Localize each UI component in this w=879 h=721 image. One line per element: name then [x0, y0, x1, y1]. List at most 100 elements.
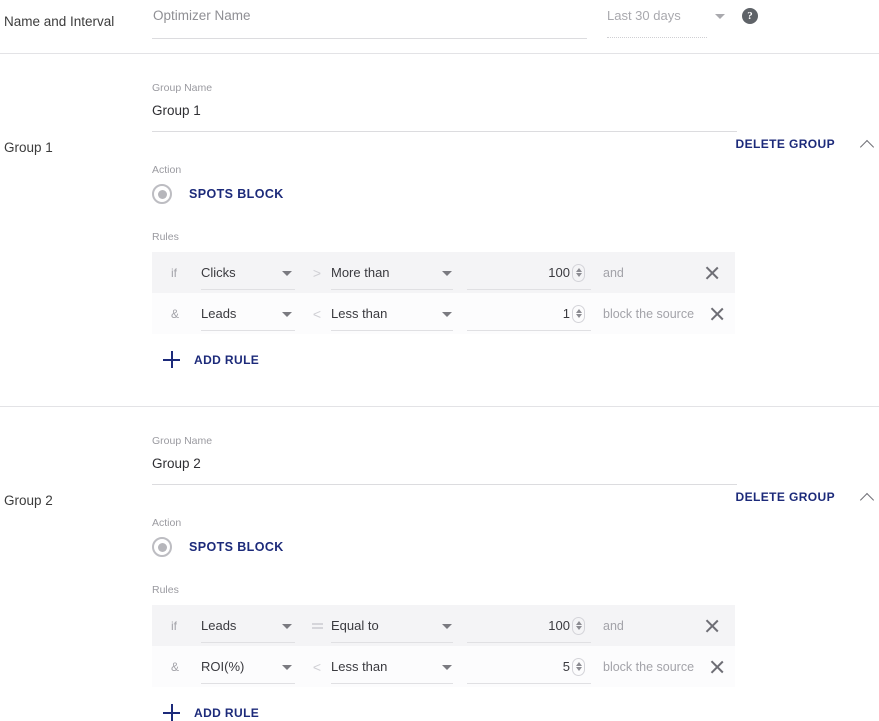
group-1-row-label: Group 1: [4, 140, 53, 155]
group-2-action-block: Action SPOTS BLOCK: [152, 517, 879, 557]
metric-underline: [201, 641, 295, 643]
metric-underline: [201, 288, 295, 290]
value-input[interactable]: 1: [467, 299, 591, 331]
spots-block-radio-2[interactable]: [152, 537, 172, 557]
add-rule-button-2[interactable]: ADD RULE: [163, 704, 283, 721]
stepper-down-icon[interactable]: [575, 667, 582, 671]
group-1-bottom-spacer: [0, 368, 879, 398]
stepper-up-icon[interactable]: [575, 621, 582, 625]
rule-result-text: block the source: [603, 306, 695, 321]
chevron-down-icon: [282, 270, 292, 276]
interval-select[interactable]: Last 30 days: [607, 8, 707, 38]
value-input[interactable]: 100: [467, 611, 591, 643]
optimizer-name-placeholder: Optimizer Name: [153, 8, 251, 23]
value-input[interactable]: 100: [467, 258, 591, 290]
plus-icon: [163, 351, 180, 368]
chevron-down-icon: [442, 311, 452, 317]
value-underline: [467, 641, 591, 643]
delete-group-button-1[interactable]: DELETE GROUP: [736, 137, 835, 151]
value-input[interactable]: 5: [467, 652, 591, 684]
operator-underline: [331, 641, 453, 643]
greater-than-icon: >: [312, 264, 322, 281]
quantity-stepper[interactable]: [572, 616, 585, 635]
group-2-name-field[interactable]: Group Name Group 2: [152, 435, 737, 485]
add-rule-button-1[interactable]: ADD RULE: [163, 351, 283, 368]
group-name-label: Group Name: [152, 82, 213, 94]
group-1-rules-block: Rules if Clicks > More than 100 and & Le…: [152, 231, 879, 368]
group-2-actions: DELETE GROUP: [736, 490, 875, 504]
chevron-down-icon: [282, 623, 292, 629]
chevron-down-icon: [442, 270, 452, 276]
chevron-down-icon[interactable]: [715, 14, 725, 19]
remove-rule-icon[interactable]: [694, 658, 740, 676]
stepper-up-icon[interactable]: [575, 662, 582, 666]
spots-block-radio-1[interactable]: [152, 184, 172, 204]
radio-dot-icon: [157, 189, 167, 199]
stepper-down-icon[interactable]: [575, 273, 582, 277]
quantity-stepper[interactable]: [572, 263, 585, 282]
remove-rule-icon[interactable]: [689, 617, 735, 635]
metric-select[interactable]: Leads: [201, 299, 301, 331]
spots-block-label-1: SPOTS BLOCK: [189, 187, 284, 201]
interval-underline: [607, 37, 707, 38]
metric-value: Leads: [201, 306, 237, 321]
operator-select[interactable]: Less than: [331, 299, 461, 331]
divider-top: [0, 53, 879, 54]
group-1-name-field[interactable]: Group Name Group 1: [152, 82, 737, 132]
plus-icon: [163, 704, 180, 721]
optimizer-name-field[interactable]: Optimizer Name: [152, 8, 587, 39]
operator-select[interactable]: Less than: [331, 652, 461, 684]
chevron-up-icon[interactable]: [861, 490, 875, 504]
quantity-stepper[interactable]: [572, 304, 585, 323]
optimizer-name-underline: [152, 38, 587, 39]
metric-value: Clicks: [201, 265, 236, 280]
group-1-rules-table: if Clicks > More than 100 and & Leads < …: [152, 252, 735, 334]
equals-icon: [309, 621, 325, 631]
name-and-interval-row-label: Name and Interval: [4, 14, 115, 29]
action-label: Action: [152, 164, 182, 176]
metric-select[interactable]: ROI(%): [201, 652, 301, 684]
operator-underline: [331, 682, 453, 684]
radio-dot-icon: [157, 542, 167, 552]
metric-select[interactable]: Leads: [201, 611, 301, 643]
add-rule-label: ADD RULE: [194, 705, 260, 720]
table-row: if Clicks > More than 100 and: [152, 252, 735, 293]
chevron-up-icon[interactable]: [861, 137, 875, 151]
value-number: 5: [562, 659, 570, 674]
value-underline: [467, 288, 591, 290]
operator-value: More than: [331, 265, 390, 280]
help-icon[interactable]: ?: [742, 8, 758, 24]
rules-label: Rules: [152, 584, 179, 596]
operator-select[interactable]: More than: [331, 258, 461, 290]
group-2-name-value: Group 2: [152, 456, 201, 471]
table-row: & ROI(%) < Less than 5 block the source: [152, 646, 735, 687]
spots-block-label-2: SPOTS BLOCK: [189, 540, 284, 554]
stepper-up-icon[interactable]: [575, 268, 582, 272]
delete-group-button-2[interactable]: DELETE GROUP: [736, 490, 835, 504]
stepper-down-icon[interactable]: [575, 626, 582, 630]
metric-underline: [201, 329, 295, 331]
remove-rule-icon[interactable]: [689, 264, 735, 282]
rules-label: Rules: [152, 231, 179, 243]
chevron-down-icon: [282, 664, 292, 670]
rule-conjunction: &: [171, 659, 180, 674]
value-number: 1: [562, 306, 570, 321]
group-1-name-underline: [152, 131, 737, 132]
group-section-2: Group 2 Group Name Group 2 DELETE GROUP …: [0, 415, 879, 721]
group-name-label: Group Name: [152, 435, 213, 447]
operator-select[interactable]: Equal to: [331, 611, 461, 643]
metric-select[interactable]: Clicks: [201, 258, 301, 290]
stepper-up-icon[interactable]: [575, 309, 582, 313]
rule-result-text: and: [603, 618, 624, 633]
group-section-1: Group 1 Group Name Group 1 DELETE GROUP …: [0, 62, 879, 368]
stepper-down-icon[interactable]: [575, 314, 582, 318]
operator-value: Less than: [331, 659, 388, 674]
quantity-stepper[interactable]: [572, 657, 585, 676]
less-than-icon: <: [312, 658, 322, 675]
rule-conjunction: if: [171, 618, 177, 633]
remove-rule-icon[interactable]: [694, 305, 740, 323]
operator-value: Equal to: [331, 618, 379, 633]
chevron-down-icon: [442, 623, 452, 629]
metric-underline: [201, 682, 295, 684]
rule-result-text: and: [603, 265, 624, 280]
